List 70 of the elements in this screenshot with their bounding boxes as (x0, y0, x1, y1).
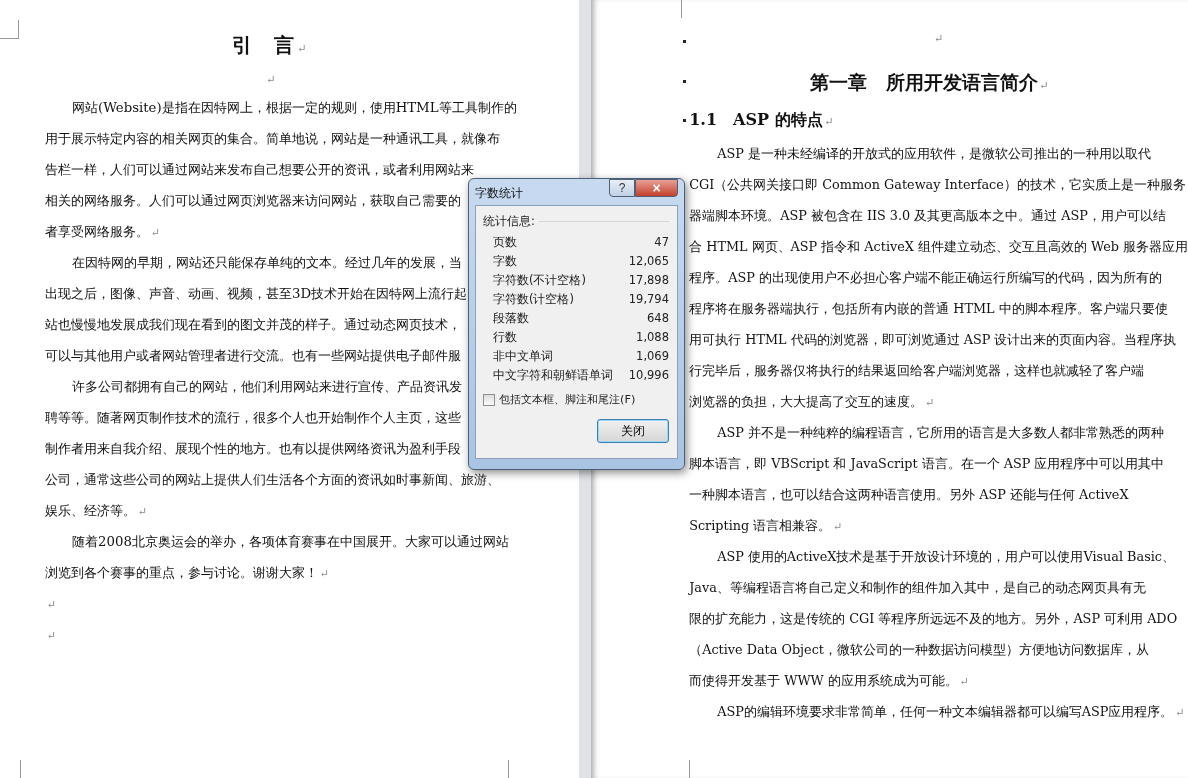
body-text-line: 限的扩充能力，这是传统的 CGI 等程序所远远不及的地方。另外，ASP 可利用 ADO (689, 611, 1178, 626)
body-text-line: 用可执行 HTML 代码的浏览器，即可浏览通过 ASP 设计出来的页面内容。当程序执 (689, 332, 1177, 347)
help-button[interactable]: ? (609, 179, 635, 197)
stat-label: 段落数 (493, 310, 529, 327)
crop-mark (0, 20, 19, 39)
stat-value: 1,069 (636, 348, 669, 365)
body-text-line: 浏览器的负担，大大提高了交互的速度。↵ (689, 394, 935, 409)
dialog-title: 字数统计 (475, 185, 523, 202)
body-text-line: 而使得开发基于 WWW 的应用系统成为可能。↵ (689, 673, 969, 688)
body-text-line: （Active Data Object，微软公司的一种数据访问模型）方便地访问数据库，从 (689, 642, 1149, 657)
body-text-line: 行完毕后，服务器仅将执行的结果返回给客户端浏览器，这样也就减轻了客户端 (689, 363, 1145, 378)
checkbox-label[interactable]: 包括文本框、脚注和尾注(F) (499, 392, 636, 407)
body-text-line: Scripting 语言相兼容。↵ (689, 518, 843, 533)
stat-value: 19,794 (628, 291, 669, 308)
body-text-line: 娱乐、经济等。↵ (45, 503, 148, 518)
body-text-line: Java、等编程语言将自己定义和制作的组件加入其中，是自己的动态网页具有无 (689, 580, 1146, 595)
body-text-line: ASP 使用的ActiveX技术是基于开放设计环境的，用户可以使用Visual Basic、 (717, 549, 1175, 564)
body-text-line: ASP 并不是一种纯粹的编程语言，它所用的语言是大多数人都非常熟悉的两种 (717, 425, 1164, 440)
body-text-line: 出现之后，图像、声音、动画、视频，甚至3D技术开始在因特网上流行起 (45, 286, 468, 301)
section-heading: 1.1 ASP 的特点↵ (689, 110, 834, 129)
stat-value: 648 (647, 310, 669, 327)
paragraph-mark: ↵ (47, 598, 57, 611)
body-text-line: 告栏一样，人们可以通过网站来发布自己想要公开的资讯，或者利用网站来 (45, 162, 474, 177)
body-text-line: 聘等等。随著网页制作技术的流行，很多个人也开始制作个人主页，这些 (45, 410, 461, 425)
stat-label: 页数 (493, 234, 517, 251)
body-text-line: 网站(Website)是指在因特网上，根据一定的规则，使用HTML等工具制作的 (72, 100, 517, 115)
crop-mark (20, 760, 21, 778)
group-label: 统计信息: (483, 214, 535, 229)
body-text-line: 者享受网络服务。↵ (45, 224, 161, 239)
stat-value: 17,898 (628, 272, 669, 289)
crop-mark (508, 760, 510, 778)
body-text-line: 一种脚本语言，也可以结合这两种语言使用。另外 ASP 还能与任何 ActiveX (689, 487, 1129, 502)
stat-value: 12,065 (628, 253, 669, 270)
body-text-line: 制作者用来自我介绍、展现个性的地方。也有以提供网络资讯为盈利手段 (45, 441, 461, 456)
body-text-line: 许多公司都拥有自己的网站，他们利用网站来进行宣传、产品资讯发 (72, 379, 462, 394)
stat-label: 行数 (493, 329, 517, 346)
paragraph-mark: ↵ (297, 42, 308, 55)
body-text-line: 器端脚本环境。ASP 被包含在 IIS 3.0 及其更高版本之中。通过 ASP，用户可以结 (689, 208, 1166, 223)
body-text-line: 脚本语言，即 VBScript 和 JavaScript 语言。在一个 ASP 应用程序中可以用其中 (689, 456, 1165, 471)
body-text-line: CGI（公共网关接口即 Common Gateway Interface）的技术，它实质上是一种服务 (689, 177, 1186, 192)
body-text-line: ASP的编辑环境要求非常简单，任何一种文本编辑器都可以编写ASP应用程序。↵ (717, 704, 1185, 719)
body-text-line: 程序。ASP 的出现使用户不必担心客户端不能正确运行所编写的代码，因为所有的 (689, 270, 1162, 285)
crop-mark (689, 760, 691, 778)
crop-mark (681, 0, 683, 18)
stat-label: 字数 (493, 253, 517, 270)
stat-label: 中文字符和朝鲜语单词 (493, 367, 613, 384)
body-text-line: 合 HTML 网页、ASP 指令和 ActiveX 组件建立动态、交互且高效的 Web 服务器应用 (689, 239, 1188, 254)
body-text-line: 程序将在服务器端执行，包括所有内嵌的普通 HTML 中的脚本程序。客户端只要使 (689, 301, 1168, 316)
paragraph-mark: ↵ (266, 73, 276, 86)
stat-value: 10,996 (628, 367, 669, 384)
close-dialog-button[interactable]: 关闭 (597, 419, 669, 443)
paragraph-mark: ↵ (47, 629, 57, 642)
body-text-line: 站也慢慢地发展成我们现在看到的图文并茂的样子。通过动态网页技术， (45, 317, 461, 332)
checkbox[interactable] (483, 393, 495, 406)
stat-label: 字符数(不计空格) (493, 272, 586, 289)
stat-label: 字符数(计空格) (493, 291, 574, 308)
body-text-line: 相关的网络服务。人们可以通过网页浏览器来访问网站，获取自己需要的 (45, 193, 461, 208)
body-text-line: ASP 是一种未经编译的开放式的应用软件，是微软公司推出的一种用以取代 (717, 146, 1151, 161)
body-text-line: 随着2008北京奥运会的举办，各项体育赛事在中国展开。大家可以通过网站 (72, 534, 509, 549)
stat-value: 1,088 (636, 329, 669, 346)
stat-label: 非中文单词 (493, 348, 553, 365)
body-text-line: 公司，通常这些公司的网站上提供人们生活各个方面的资讯如时事新闻、旅游、 (45, 472, 500, 487)
paragraph-mark: ↵ (934, 32, 944, 45)
body-text-line: 在因特网的早期，网站还只能保存单纯的文本。经过几年的发展，当 (72, 255, 462, 270)
body-text-line: 浏览到各个赛事的重点，参与讨论。谢谢大家！↵ (45, 565, 330, 580)
stat-value: 47 (654, 234, 669, 251)
chapter-heading: 第一章 所用开发语言简介↵ (809, 72, 1049, 93)
page-heading: 引 言 (232, 33, 296, 57)
body-text-line: 可以与其他用户或者网站管理者进行交流。也有一些网站提供电子邮件服 (45, 348, 461, 363)
body-text-line: 用于展示特定内容的相关网页的集合。简单地说，网站是一种通讯工具，就像布 (45, 131, 500, 146)
